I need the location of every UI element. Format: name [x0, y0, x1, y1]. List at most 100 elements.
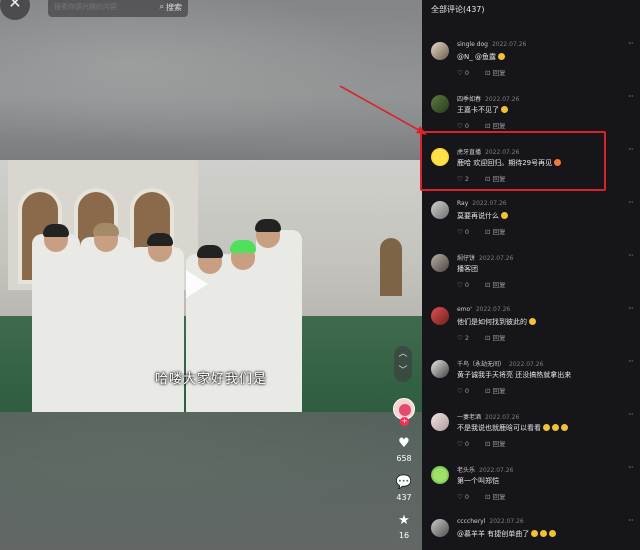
chevron-down-icon[interactable]: ﹀ — [394, 363, 412, 380]
avatar[interactable] — [431, 254, 449, 272]
comment-item: Ray 2022.07.26 莫要再说什么 ♡ 0 ⊡ 回复 ··· — [422, 198, 640, 251]
search-bar[interactable]: ⌕ 搜索 — [48, 0, 188, 17]
more-icon[interactable]: ··· — [628, 304, 634, 313]
avatar[interactable] — [431, 360, 449, 378]
more-icon[interactable]: ··· — [628, 92, 634, 101]
video-frame[interactable]: 哈喽大家好我们是 — [0, 160, 422, 412]
comment-username[interactable]: 老头乐 — [457, 467, 475, 474]
heart-icon: ♥ — [398, 436, 410, 451]
reply-button[interactable]: ⊡ 回复 — [485, 440, 514, 448]
comment-text: 黄子诚我手天将亮 还没搞热就拿出来 — [457, 371, 572, 379]
comment-item: 老头乐 2022.07.26 第一个叫郑恺 ♡ 0 ⊡ 回复 ··· — [422, 463, 640, 516]
comment-button[interactable]: 💬 437 — [388, 475, 420, 502]
avatar[interactable] — [431, 42, 449, 60]
emoji-icon — [501, 106, 508, 113]
video-nav-arrows[interactable]: ︿ ﹀ — [394, 346, 412, 382]
reply-button[interactable]: ⊡ 回复 — [485, 122, 514, 130]
comment-date: 2022.07.26 — [479, 255, 514, 262]
reply-button[interactable]: ⊡ 回复 — [485, 493, 514, 501]
play-icon[interactable] — [186, 270, 208, 298]
avatar[interactable] — [431, 95, 449, 113]
comment-date: 2022.07.26 — [491, 41, 527, 48]
comment-username[interactable]: emo' — [457, 306, 472, 313]
person-hair — [197, 245, 223, 258]
more-icon[interactable]: ··· — [628, 198, 634, 207]
search-icon: ⌕ — [159, 2, 164, 11]
comment-text: 不是我说也就鹿晗可以看看 — [457, 423, 568, 433]
star-icon: ★ — [398, 513, 410, 528]
emoji-icon — [540, 530, 548, 537]
reply-button[interactable]: ⊡ 回复 — [485, 228, 514, 236]
more-icon[interactable]: ··· — [628, 410, 634, 419]
comment-text: @慕羊羊 有捷创单曲了 — [457, 529, 557, 539]
comment-like-button[interactable]: ♡ 0 — [457, 440, 477, 448]
more-icon[interactable]: ··· — [628, 145, 634, 154]
chevron-up-icon[interactable]: ︿ — [394, 346, 412, 363]
emoji-icon — [501, 212, 508, 219]
follow-plus-icon[interactable]: + — [400, 417, 409, 426]
comment-like-button[interactable]: ♡ 0 — [457, 387, 477, 395]
comment-username[interactable]: single dog — [457, 41, 488, 48]
avatar[interactable] — [431, 519, 449, 537]
person-hair — [93, 223, 119, 236]
more-icon[interactable]: ··· — [628, 357, 634, 366]
comment-like-button[interactable]: ♡ 0 — [457, 69, 477, 77]
reply-button[interactable]: ⊡ 回复 — [485, 334, 514, 342]
search-button-label: 搜索 — [166, 2, 182, 12]
comment-item: emo' 2022.07.26 他们是如何找到彼此的 ♡ 2 ⊡ 回复 ··· — [422, 304, 640, 357]
comment-item: 千鸟（永劫无间） 2022.07.26 黄子诚我手天将亮 还没搞热就拿出来 ♡ 0… — [422, 357, 640, 410]
comment-username[interactable]: 四季如春 — [457, 96, 481, 103]
comment-like-button[interactable]: ♡ 0 — [457, 228, 477, 236]
comment-username[interactable]: 焖仔饼 — [457, 255, 475, 262]
more-icon[interactable]: ··· — [628, 39, 634, 48]
person-hair — [230, 240, 256, 253]
comment-panel[interactable]: 全部评论(437) single dog 2022.07.26 @N_ @鱼露 ♡… — [422, 0, 640, 550]
comment-item: ccccheryl 2022.07.26 @慕羊羊 有捷创单曲了 ··· — [422, 516, 640, 550]
avatar[interactable] — [431, 413, 449, 431]
emoji-icon — [497, 53, 505, 60]
emoji-icon — [543, 424, 550, 431]
comment-username[interactable]: 一妻老酒 — [457, 414, 481, 421]
search-input[interactable] — [48, 3, 160, 11]
comment-text: 莫要再说什么 — [457, 211, 508, 221]
search-button[interactable]: ⌕ 搜索 — [160, 2, 188, 13]
comment-item: 焖仔饼 2022.07.26 播客团 ♡ 0 ⊡ 回复 ··· — [422, 251, 640, 304]
reply-button[interactable]: ⊡ 回复 — [485, 387, 514, 395]
favorite-count: 16 — [398, 531, 410, 540]
comment-icon: 💬 — [395, 475, 413, 490]
emoji-icon — [531, 530, 539, 537]
favorite-button[interactable]: ★ 16 — [388, 513, 420, 540]
video-player[interactable]: 哈喽大家好我们是 ✕ ⌕ 搜索 ︿ ﹀ + ♥ 658 💬 437 ★ 16 — [0, 0, 422, 550]
comment-date: 2022.07.26 — [485, 414, 520, 421]
more-icon[interactable]: ··· — [628, 516, 634, 525]
comment-like-button[interactable]: ♡ 0 — [457, 281, 477, 289]
more-icon[interactable]: ··· — [628, 251, 634, 260]
comment-date: 2022.07.26 — [479, 467, 514, 474]
avatar[interactable] — [431, 307, 449, 325]
comment-text: 王嘉卡不见了 — [457, 105, 508, 115]
avatar[interactable] — [431, 466, 449, 484]
emoji-icon — [549, 530, 557, 537]
comment-text: 播客团 — [457, 265, 478, 273]
highlight-box — [420, 131, 606, 191]
comment-username[interactable]: 千鸟（永劫无间） — [457, 361, 505, 368]
comment-like-button[interactable]: ♡ 0 — [457, 122, 477, 130]
more-icon[interactable]: ··· — [628, 463, 634, 472]
avatar[interactable] — [431, 201, 449, 219]
comment-username[interactable]: Ray — [457, 200, 468, 207]
comment-header: 全部评论(437) — [431, 5, 485, 14]
comment-date: 2022.07.26 — [489, 518, 524, 525]
video-subtitle: 哈喽大家好我们是 — [154, 372, 267, 387]
comment-like-button[interactable]: ♡ 2 — [457, 334, 477, 342]
emoji-icon — [529, 318, 536, 325]
person — [128, 247, 184, 412]
reply-button[interactable]: ⊡ 回复 — [485, 69, 514, 77]
comment-like-button[interactable]: ♡ 0 — [457, 493, 477, 501]
comment-date: 2022.07.26 — [485, 96, 520, 103]
blurred-background-bottom — [0, 412, 422, 550]
reply-button[interactable]: ⊡ 回复 — [485, 281, 514, 289]
like-count: 658 — [396, 454, 412, 463]
comment-username[interactable]: ccccheryl — [457, 518, 485, 525]
like-button[interactable]: ♥ 658 — [388, 436, 420, 463]
comment-item: single dog 2022.07.26 @N_ @鱼露 ♡ 0 ⊡ 回复 ··· — [422, 39, 640, 92]
